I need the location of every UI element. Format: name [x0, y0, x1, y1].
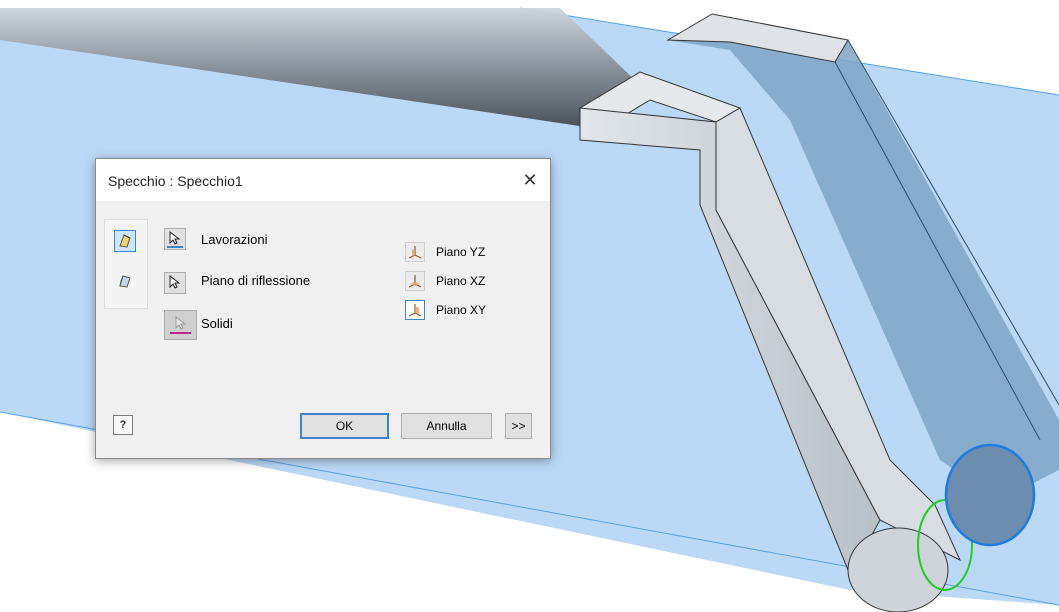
features-underline — [167, 246, 183, 248]
select-solids-button[interactable] — [164, 310, 197, 340]
plane-xy-label: Piano XY — [436, 303, 487, 317]
mirror-plane-label: Piano di riflessione — [201, 273, 311, 288]
select-arrow-icon — [169, 231, 181, 245]
select-arrow-icon — [169, 275, 181, 289]
dialog-titlebar[interactable]: Specchio : Specchio1 ✕ — [96, 159, 550, 201]
mirror-solid-mode-button[interactable] — [114, 270, 136, 292]
front-boss — [847, 527, 949, 612]
help-icon: ? — [119, 419, 127, 431]
select-arrow-disabled-icon — [175, 316, 187, 330]
mirror-features-mode-button[interactable] — [114, 230, 136, 252]
close-icon: ✕ — [522, 170, 538, 190]
cancel-button[interactable]: Annulla — [401, 413, 492, 439]
close-button[interactable]: ✕ — [516, 167, 544, 193]
help-button[interactable]: ? — [113, 415, 133, 435]
solids-underline — [170, 332, 191, 334]
mirror-dialog: Specchio : Specchio1 ✕ Lavorazioni Piano… — [95, 158, 551, 459]
back-boss — [944, 443, 1036, 547]
more-options-button[interactable]: >> — [505, 413, 532, 439]
mirror-solid-icon — [119, 275, 131, 288]
mode-panel — [104, 219, 148, 309]
plane-yz-label: Piano YZ — [436, 245, 486, 259]
select-mirror-plane-button[interactable] — [164, 272, 186, 294]
solids-label: Solidi — [201, 316, 233, 331]
plane-xy-icon — [408, 304, 422, 317]
select-features-button[interactable] — [164, 228, 186, 250]
mirror-features-icon — [119, 234, 131, 248]
features-label: Lavorazioni — [201, 232, 268, 247]
plane-xz-button[interactable] — [405, 271, 425, 291]
plane-xz-label: Piano XZ — [436, 274, 486, 288]
plane-yz-button[interactable] — [405, 242, 425, 262]
plane-xz-icon — [408, 275, 422, 288]
plane-xy-button[interactable] — [405, 300, 425, 320]
dialog-title: Specchio : Specchio1 — [108, 173, 243, 189]
ok-button[interactable]: OK — [300, 413, 389, 439]
plane-yz-icon — [408, 246, 422, 259]
